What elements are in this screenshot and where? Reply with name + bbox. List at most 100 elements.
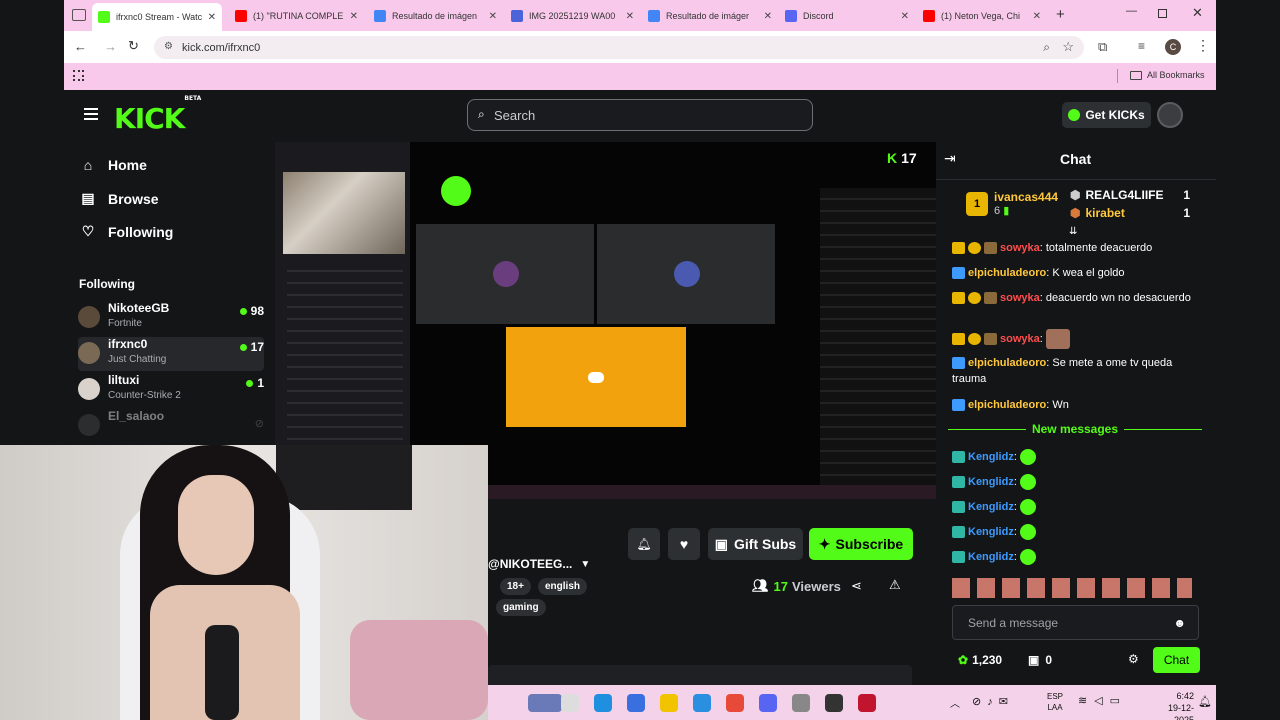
browser-tab[interactable]: (1) "RUTINA COMPLE ✕ bbox=[229, 5, 364, 27]
following-channel[interactable]: liltuxi Counter-Strike 2 1 bbox=[78, 373, 264, 407]
leaderboard-2[interactable]: ⬢ REALG4LIIFE 1 bbox=[1070, 188, 1190, 202]
taskbar-game-icon[interactable] bbox=[858, 694, 876, 712]
chat-settings-icon[interactable]: ⚙ bbox=[1128, 652, 1139, 666]
url-field[interactable]: ⚙ kick.com/ifrxnc0 ⌕ ☆ bbox=[154, 36, 1084, 59]
share-icon[interactable]: ⋖ bbox=[851, 578, 862, 594]
chat-message[interactable]: Kenglidz: bbox=[952, 499, 1202, 516]
chat-username[interactable]: sowyka bbox=[1000, 292, 1040, 304]
taskbar-settings-icon[interactable] bbox=[792, 694, 810, 712]
browser-tab[interactable]: (1) Neton Vega, Chi ✕ bbox=[917, 5, 1047, 27]
taskbar-folder-icon[interactable] bbox=[660, 694, 678, 712]
chat-username[interactable]: sowyka bbox=[1000, 333, 1040, 345]
kick-logo[interactable]: KICKBETA bbox=[114, 95, 201, 135]
chat-message[interactable]: elpichuladeoro: Wn bbox=[952, 397, 1202, 413]
new-tab-button[interactable]: + bbox=[1056, 6, 1065, 23]
browser-menu-icon[interactable]: ⋮ bbox=[1196, 37, 1210, 54]
stream-tag[interactable]: gaming bbox=[496, 599, 546, 616]
hamburger-menu-icon[interactable] bbox=[84, 108, 98, 120]
taskbar-obs-icon[interactable] bbox=[825, 694, 843, 712]
chat-message-input[interactable]: Send a message ☻ bbox=[952, 605, 1199, 640]
taskbar-file-explorer-icon[interactable] bbox=[561, 694, 579, 712]
leaderboard-3[interactable]: ⬢ kirabet 1 bbox=[1070, 206, 1190, 220]
taskbar-discord-icon[interactable] bbox=[759, 694, 777, 712]
browser-tab[interactable]: Resultado de imágen ✕ bbox=[368, 5, 503, 27]
chat-username[interactable]: Kenglidz bbox=[968, 526, 1014, 538]
stream-tag[interactable]: english bbox=[538, 578, 588, 595]
new-messages-divider[interactable]: New messages bbox=[948, 422, 1202, 436]
get-kicks-button[interactable]: Get KICKs bbox=[1062, 102, 1151, 128]
chat-message[interactable]: elpichuladeoro: K wea el goldo bbox=[952, 265, 1202, 281]
minimize-button[interactable]: — bbox=[1126, 5, 1137, 17]
reload-button[interactable]: ↻ bbox=[128, 38, 139, 54]
leaderboard-top[interactable]: 1 ivancas444 6 ▮ bbox=[966, 190, 1058, 217]
tab-close-icon[interactable]: ✕ bbox=[208, 12, 216, 23]
taskbar-chrome-icon[interactable] bbox=[726, 694, 744, 712]
taskbar-edge-icon[interactable] bbox=[594, 694, 612, 712]
search-input[interactable]: ⌕ Search bbox=[467, 99, 813, 131]
nav-browse[interactable]: ▤ Browse bbox=[80, 190, 158, 207]
chat-username[interactable]: Kenglidz bbox=[968, 451, 1014, 463]
taskbar-widgets-icon[interactable] bbox=[528, 694, 562, 712]
following-channel[interactable]: El_salaoo ⊘ bbox=[78, 409, 264, 443]
tab-close-icon[interactable]: ✕ bbox=[901, 11, 909, 22]
close-window-button[interactable]: ✕ bbox=[1192, 5, 1203, 21]
tray-overflow-icon[interactable]: ︿ bbox=[950, 695, 960, 710]
chat-username[interactable]: elpichuladeoro bbox=[968, 399, 1046, 411]
channel-name-dropdown[interactable]: @NIKOTEEG... ▼ bbox=[488, 557, 590, 571]
chat-username[interactable]: sowyka bbox=[1000, 242, 1040, 254]
following-channel[interactable]: NikoteeGB Fortnite 98 bbox=[78, 301, 264, 335]
tab-close-icon[interactable]: ✕ bbox=[626, 11, 634, 22]
clock[interactable]: 6:42 19-12-2025 bbox=[1148, 690, 1194, 720]
tab-close-icon[interactable]: ✕ bbox=[350, 11, 358, 22]
site-info-icon[interactable]: ⚙ bbox=[164, 41, 173, 52]
chat-message[interactable]: sowyka: bbox=[952, 329, 1202, 349]
language-indicator[interactable]: ESP LAA bbox=[1047, 691, 1063, 713]
browser-tab[interactable]: IMG 20251219 WA00 ✕ bbox=[505, 5, 640, 27]
chat-username[interactable]: Kenglidz bbox=[968, 476, 1014, 488]
profile-avatar[interactable]: C bbox=[1165, 39, 1181, 55]
tab-search-icon[interactable] bbox=[72, 9, 86, 21]
channel-points[interactable]: ✿ 1,230 bbox=[958, 653, 1002, 667]
tab-close-icon[interactable]: ✕ bbox=[489, 11, 497, 22]
forward-button[interactable]: → bbox=[104, 39, 117, 54]
taskbar-copilot-icon[interactable] bbox=[627, 694, 645, 712]
notification-bell-icon[interactable]: 🔔︎ bbox=[1198, 695, 1212, 708]
chat-username[interactable]: Kenglidz bbox=[968, 501, 1014, 513]
collapse-chat-icon[interactable]: ⇥ bbox=[944, 150, 956, 167]
stream-tag[interactable]: 18+ bbox=[500, 578, 531, 595]
all-bookmarks-button[interactable]: All Bookmarks bbox=[1130, 70, 1205, 80]
subscribe-button[interactable]: ✦ Subscribe bbox=[809, 528, 913, 560]
chat-message[interactable]: sowyka: totalmente deacuerdo bbox=[952, 240, 1202, 256]
report-icon[interactable]: ⚠ bbox=[889, 577, 901, 593]
gift-count[interactable]: ▣ 0 bbox=[1028, 653, 1052, 667]
chat-message[interactable]: Kenglidz: bbox=[952, 524, 1202, 541]
chat-message[interactable]: sowyka: deacuerdo wn no desacuerdo bbox=[952, 290, 1202, 306]
apps-grid-icon[interactable] bbox=[73, 70, 84, 81]
follow-heart-button[interactable]: ♥ bbox=[668, 528, 700, 560]
chat-username[interactable]: elpichuladeoro bbox=[968, 267, 1046, 279]
chat-username[interactable]: elpichuladeoro bbox=[968, 357, 1046, 369]
zoom-icon[interactable]: ⌕ bbox=[1043, 40, 1050, 55]
tab-close-icon[interactable]: ✕ bbox=[764, 11, 772, 22]
nav-home[interactable]: ⌂ Home bbox=[80, 157, 147, 173]
notification-bell-button[interactable]: 🔔︎ bbox=[628, 528, 660, 560]
browser-tab[interactable]: Discord ✕ bbox=[779, 5, 915, 27]
chat-message[interactable]: Kenglidz: bbox=[952, 549, 1202, 566]
chat-message[interactable]: elpichuladeoro: Se mete a ome tv queda t… bbox=[952, 355, 1202, 387]
wifi-volume-battery-icons[interactable]: ≋◁▭ bbox=[1078, 694, 1127, 707]
send-chat-button[interactable]: Chat bbox=[1153, 647, 1200, 673]
bookmark-star-icon[interactable]: ☆ bbox=[1062, 39, 1074, 55]
maximize-button[interactable] bbox=[1158, 9, 1167, 18]
media-controls-icon[interactable]: ≡ bbox=[1138, 39, 1145, 53]
tab-close-icon[interactable]: ✕ bbox=[1033, 11, 1041, 22]
chat-message[interactable]: Kenglidz: bbox=[952, 474, 1202, 491]
extensions-icon[interactable]: ⧉ bbox=[1098, 39, 1107, 55]
following-channel[interactable]: ifrxnc0 Just Chatting 17 bbox=[78, 337, 264, 371]
taskbar-store-icon[interactable] bbox=[693, 694, 711, 712]
chat-username[interactable]: Kenglidz bbox=[968, 551, 1014, 563]
browser-tab[interactable]: ifrxnc0 Stream - Watc ✕ bbox=[92, 3, 222, 31]
tray-icons[interactable]: ⊘♪✉ bbox=[972, 695, 1032, 708]
browser-tab[interactable]: Resultado de imáger ✕ bbox=[642, 5, 778, 27]
user-avatar[interactable] bbox=[1157, 102, 1183, 128]
pinned-toggle-icon[interactable]: ⇊ bbox=[1069, 226, 1077, 237]
